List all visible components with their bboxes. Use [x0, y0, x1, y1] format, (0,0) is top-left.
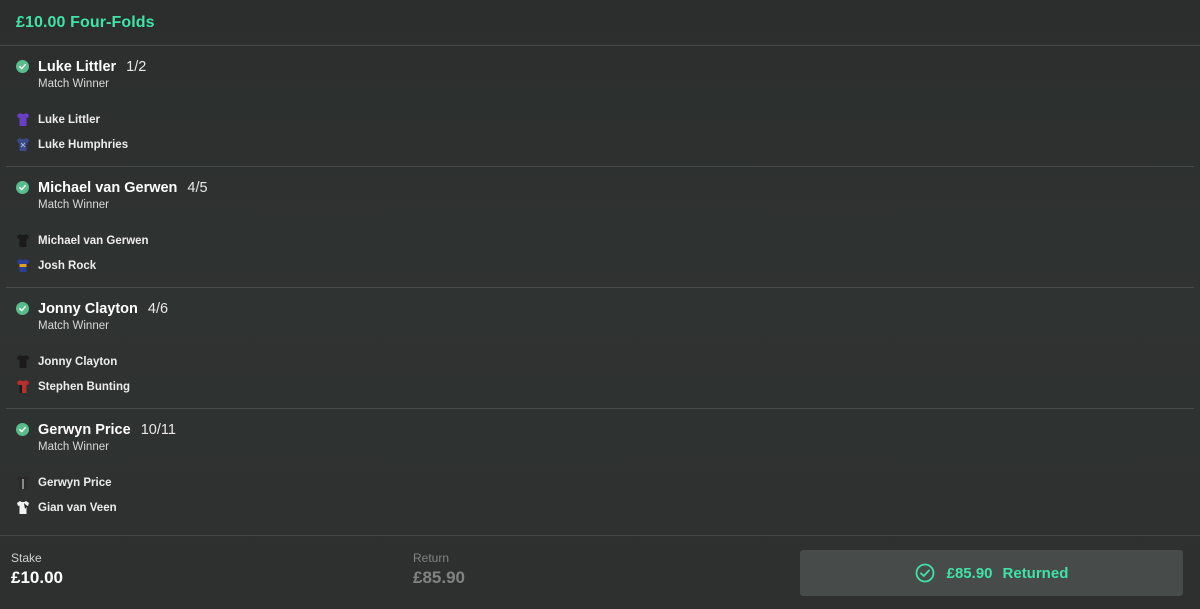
- participant-name: Jonny Clayton: [38, 355, 118, 368]
- check-icon: [16, 423, 29, 436]
- shirt-icon: [17, 476, 29, 489]
- selection-odds: 4/5: [187, 180, 208, 196]
- participant-name: Luke Littler: [38, 113, 100, 126]
- shirt-icon: [17, 259, 29, 272]
- selection-item: Michael van Gerwen 4/5 Match Winner Mich…: [6, 167, 1194, 288]
- check-icon: [16, 302, 29, 315]
- returned-amount: £85.90: [946, 564, 993, 582]
- stake-value: £10.00: [11, 568, 63, 587]
- selection-name: Jonny Clayton: [38, 301, 138, 317]
- participant-row: Stephen Bunting: [16, 374, 1194, 399]
- shirt-icon: [17, 380, 29, 393]
- participant-name: Josh Rock: [38, 259, 97, 272]
- bet-footer: Stake £10.00 Return £85.90 £85.90 Return…: [0, 535, 1200, 609]
- stake-block: Stake £10.00: [11, 551, 63, 588]
- stake-label: Stake: [11, 551, 42, 565]
- participant-name: Gerwyn Price: [38, 476, 112, 489]
- shirt-icon: [17, 113, 29, 126]
- selection-item: Luke Littler 1/2 Match Winner Luke Littl…: [6, 46, 1194, 167]
- return-value: £85.90: [413, 568, 465, 587]
- selection-market: Match Winner: [38, 320, 109, 332]
- selection-odds: 1/2: [126, 59, 147, 75]
- participant-name: Michael van Gerwen: [38, 234, 149, 247]
- participant-row: Michael van Gerwen: [16, 228, 1194, 253]
- selection-market: Match Winner: [38, 441, 109, 453]
- shirt-icon: [17, 501, 29, 514]
- participant-row: Gian van Veen: [16, 495, 1194, 520]
- participant-row: Josh Rock: [16, 253, 1194, 278]
- shirt-icon: [17, 234, 29, 247]
- selections-list: Luke Littler 1/2 Match Winner Luke Littl…: [6, 46, 1194, 530]
- selection-item: Gerwyn Price 10/11 Match Winner Gerwyn P…: [6, 409, 1194, 530]
- bet-header: £10.00 Four-Folds: [0, 0, 1200, 46]
- selection-odds: 4/6: [147, 301, 169, 317]
- selection-odds: 10/11: [140, 422, 176, 438]
- bet-title: £10.00 Four-Folds: [16, 13, 155, 31]
- check-circle-icon: [915, 563, 935, 583]
- participant-name: Gian van Veen: [38, 501, 117, 514]
- selection-item: Jonny Clayton 4/6 Match Winner Jonny Cla…: [6, 288, 1194, 409]
- participant-row: Gerwyn Price: [16, 470, 1194, 495]
- participant-name: Luke Humphries: [38, 138, 129, 151]
- participant-row: Luke Littler: [16, 107, 1194, 132]
- participant-name: Stephen Bunting: [38, 380, 130, 393]
- shirt-icon: [17, 355, 29, 368]
- selection-name: Luke Littler: [38, 59, 117, 75]
- return-label: Return: [413, 551, 450, 565]
- participant-row: Luke Humphries: [16, 132, 1194, 157]
- returned-label: Returned: [1002, 564, 1069, 582]
- shirt-icon: [17, 138, 29, 151]
- selection-market: Match Winner: [38, 199, 109, 211]
- returned-button[interactable]: £85.90 Returned: [800, 550, 1183, 596]
- selection-market: Match Winner: [38, 78, 109, 90]
- check-icon: [16, 181, 29, 194]
- check-icon: [16, 60, 29, 73]
- selection-name: Michael van Gerwen: [38, 180, 178, 196]
- return-block: Return £85.90: [413, 551, 465, 588]
- participant-row: Jonny Clayton: [16, 349, 1194, 374]
- selection-name: Gerwyn Price: [38, 422, 131, 438]
